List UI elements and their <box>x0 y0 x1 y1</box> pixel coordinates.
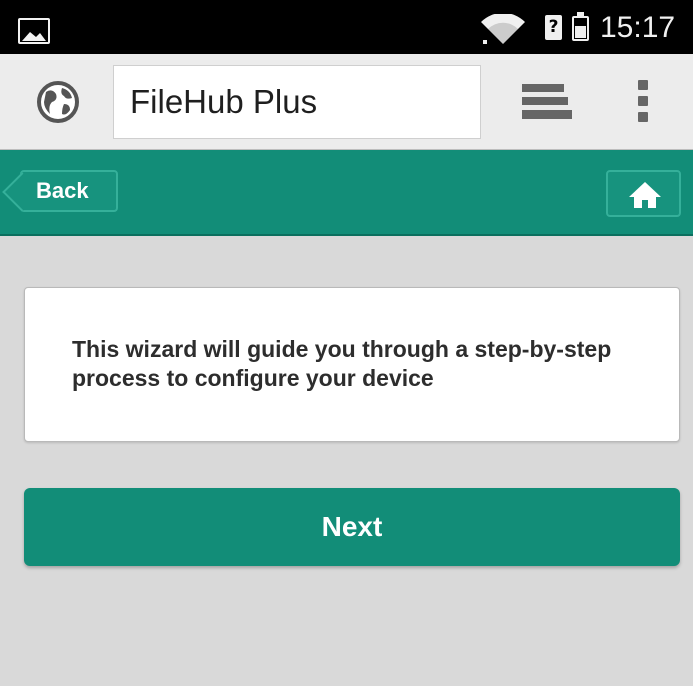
home-icon <box>629 182 661 208</box>
battery-icon <box>572 12 589 41</box>
url-field[interactable]: FileHub Plus <box>113 65 481 139</box>
image-notification-icon <box>18 18 50 44</box>
status-bar: ? 15:17 <box>0 0 693 54</box>
app-header: Back <box>0 150 693 236</box>
browser-toolbar: FileHub Plus <box>0 54 693 150</box>
overflow-menu-icon[interactable] <box>638 80 648 128</box>
globe-icon[interactable] <box>36 80 80 124</box>
status-time: 15:17 <box>600 11 676 44</box>
info-card: This wizard will guide you through a ste… <box>24 287 680 442</box>
wifi-icon <box>481 14 525 44</box>
back-button[interactable]: Back <box>20 170 118 212</box>
screen: ? 15:17 FileHub Plus Back This wizard wi… <box>0 0 693 686</box>
back-label: Back <box>36 178 89 203</box>
tabs-icon[interactable] <box>522 84 572 120</box>
sim-icon: ? <box>545 15 562 40</box>
next-button[interactable]: Next <box>24 488 680 566</box>
wizard-description: This wizard will guide you through a ste… <box>72 336 612 391</box>
home-button[interactable] <box>606 170 681 217</box>
